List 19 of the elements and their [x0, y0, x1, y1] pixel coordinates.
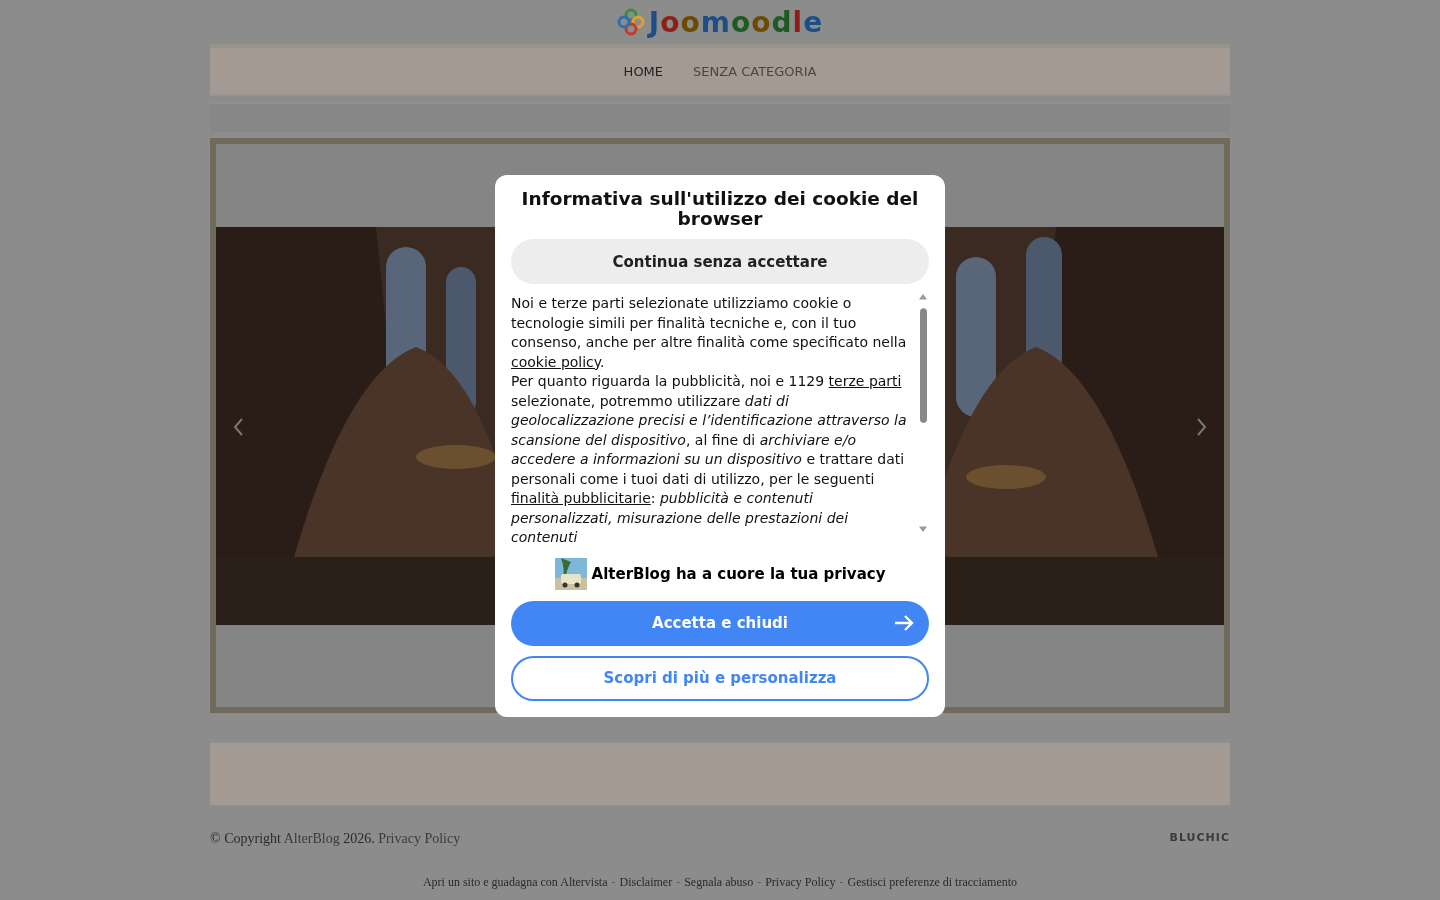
footer-link[interactable]: AlterBlog [283, 831, 340, 846]
footer-link[interactable]: Apri un sito e guadagna con Altervista [422, 875, 608, 889]
footer-link[interactable]: Gestisci preferenze di tracciamento [847, 875, 1018, 889]
separator: - [610, 875, 617, 889]
dialog-title: Informativa sull'utilizzo dei cookie del browser [520, 189, 920, 229]
site-logo[interactable]: Joomoodle [648, 5, 824, 39]
customize-button[interactable]: Scopri di più e personalizza [511, 655, 929, 701]
footer-link[interactable]: Segnala abuso [684, 875, 754, 889]
separator: - [838, 875, 845, 889]
nav-link[interactable]: SENZA CATEGORIA [693, 63, 817, 79]
copyright-text: © Copyright AlterBlog 2026. Privacy Policy [210, 831, 461, 847]
separator: - [756, 875, 763, 889]
footer-link[interactable]: Privacy Policy [378, 831, 461, 846]
footer-link[interactable]: Disclaimer [619, 875, 673, 889]
footer-link[interactable]: Privacy Policy [765, 875, 836, 889]
logo-icon [616, 8, 645, 36]
theme-credit[interactable]: BLUCHIC [1169, 831, 1230, 847]
separator: - [675, 875, 682, 889]
nav-link[interactable]: HOME [623, 63, 664, 79]
